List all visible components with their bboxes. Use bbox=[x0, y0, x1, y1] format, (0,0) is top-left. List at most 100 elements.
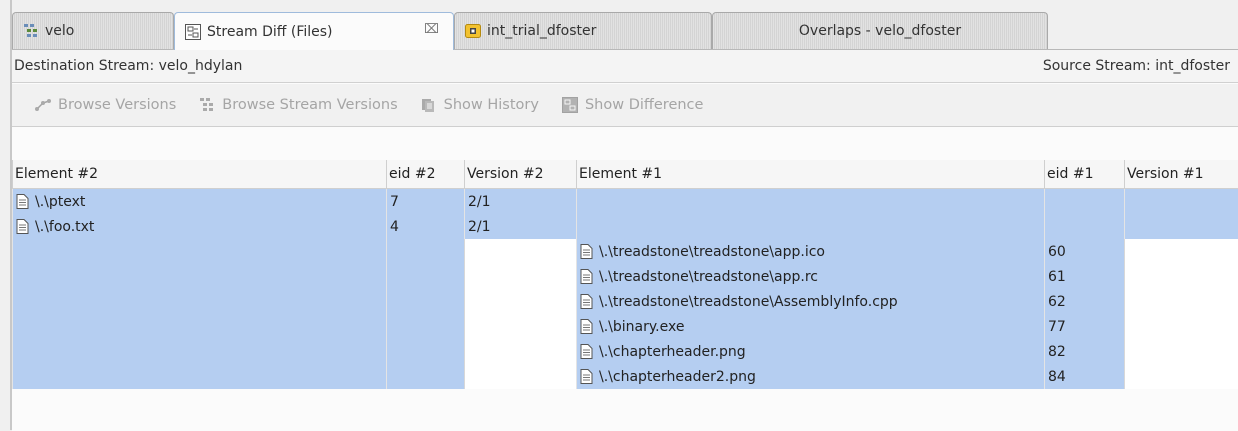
stream-diff-panel: Destination Stream: velo_hdylan Source S… bbox=[12, 49, 1238, 431]
element-1-cell bbox=[577, 214, 1045, 239]
eid-1-cell: 77 bbox=[1045, 314, 1125, 339]
table-row[interactable]: \.\chapterheader2.png 84 bbox=[13, 364, 1238, 389]
table-row[interactable]: \.\treadstone\treadstone\app.rc 61 bbox=[13, 264, 1238, 289]
element-2-cell bbox=[13, 239, 387, 264]
table-row[interactable]: \.\ptext 7 2/1 bbox=[13, 189, 1238, 215]
eid-2-cell bbox=[387, 364, 465, 389]
version-1-cell bbox=[1125, 314, 1238, 339]
tab-label: Overlaps - velo_dfoster bbox=[799, 23, 961, 39]
element-1-cell: \.\treadstone\treadstone\app.rc bbox=[577, 264, 1045, 289]
source-stream-label: Source Stream: int_dfoster bbox=[1043, 58, 1230, 74]
element-1-text: \.\binary.exe bbox=[599, 319, 684, 335]
element-1-text: \.\treadstone\treadstone\app.ico bbox=[599, 244, 825, 260]
file-icon bbox=[580, 269, 593, 284]
eid-2-cell bbox=[387, 289, 465, 314]
browse-versions-label: Browse Versions bbox=[58, 97, 176, 113]
version-1-cell bbox=[1125, 189, 1238, 215]
stream-tree-icon bbox=[198, 97, 216, 113]
show-difference-label: Show Difference bbox=[585, 97, 704, 113]
destination-stream-label: Destination Stream: velo_hdylan bbox=[14, 58, 242, 74]
column-header-version-1[interactable]: Version #1 bbox=[1125, 160, 1238, 189]
eid-2-cell bbox=[387, 314, 465, 339]
table-row[interactable]: \.\foo.txt 4 2/1 bbox=[13, 214, 1238, 239]
browse-stream-versions-label: Browse Stream Versions bbox=[222, 97, 397, 113]
table-row[interactable]: \.\chapterheader.png 82 bbox=[13, 339, 1238, 364]
column-header-element-1[interactable]: Element #1 bbox=[577, 160, 1045, 189]
element-2-cell: \.\ptext bbox=[13, 189, 387, 215]
stream-tree-icon bbox=[23, 23, 39, 39]
version-2-cell bbox=[465, 314, 577, 339]
file-icon bbox=[580, 344, 593, 359]
eid-1-cell bbox=[1045, 214, 1125, 239]
element-1-cell bbox=[577, 189, 1045, 215]
show-history-label: Show History bbox=[444, 97, 539, 113]
column-header-eid-1[interactable]: eid #1 bbox=[1045, 160, 1125, 189]
table-row[interactable]: \.\binary.exe 77 bbox=[13, 314, 1238, 339]
version-2-cell bbox=[465, 289, 577, 314]
element-1-text: \.\treadstone\treadstone\AssemblyInfo.cp… bbox=[599, 294, 898, 310]
file-icon bbox=[580, 294, 593, 309]
column-header-element-2[interactable]: Element #2 bbox=[13, 160, 387, 189]
element-2-cell bbox=[13, 364, 387, 389]
element-1-cell: \.\binary.exe bbox=[577, 314, 1045, 339]
eid-2-cell: 7 bbox=[387, 189, 465, 215]
editor-tab-bar: velo Stream Diff (Files) ⌧ int_trial_dfo… bbox=[12, 12, 1238, 49]
column-header-version-2[interactable]: Version #2 bbox=[465, 160, 577, 189]
version-1-cell bbox=[1125, 289, 1238, 314]
workspace-icon bbox=[465, 23, 481, 39]
show-history-button[interactable]: Show History bbox=[420, 97, 539, 113]
column-header-eid-2[interactable]: eid #2 bbox=[387, 160, 465, 189]
tab-stream-diff[interactable]: Stream Diff (Files) ⌧ bbox=[174, 12, 454, 50]
element-1-cell: \.\chapterheader.png bbox=[577, 339, 1045, 364]
version-2-cell bbox=[465, 239, 577, 264]
toolbar: Browse Versions Browse Stream Versions S… bbox=[12, 84, 1238, 127]
version-1-cell bbox=[1125, 239, 1238, 264]
element-1-cell: \.\chapterheader2.png bbox=[577, 364, 1045, 389]
file-icon bbox=[580, 369, 593, 384]
version-1-cell bbox=[1125, 214, 1238, 239]
diff-table: Element #2 eid #2 Version #2 Element #1 … bbox=[12, 160, 1238, 389]
tab-int-trial-dfoster[interactable]: int_trial_dfoster bbox=[454, 12, 712, 49]
version-2-cell: 2/1 bbox=[465, 214, 577, 239]
eid-1-cell: 62 bbox=[1045, 289, 1125, 314]
browse-versions-icon bbox=[34, 97, 52, 113]
eid-1-cell: 84 bbox=[1045, 364, 1125, 389]
table-row[interactable]: \.\treadstone\treadstone\AssemblyInfo.cp… bbox=[13, 289, 1238, 314]
element-1-cell: \.\treadstone\treadstone\AssemblyInfo.cp… bbox=[577, 289, 1045, 314]
element-1-text: \.\chapterheader.png bbox=[599, 344, 746, 360]
element-2-text: \.\ptext bbox=[35, 194, 85, 210]
eid-1-cell bbox=[1045, 189, 1125, 215]
eid-2-cell bbox=[387, 339, 465, 364]
version-2-cell bbox=[465, 364, 577, 389]
table-row[interactable]: \.\treadstone\treadstone\app.ico 60 bbox=[13, 239, 1238, 264]
element-2-text: \.\foo.txt bbox=[35, 219, 94, 235]
version-2-cell bbox=[465, 264, 577, 289]
element-2-cell bbox=[13, 339, 387, 364]
element-1-cell: \.\treadstone\treadstone\app.ico bbox=[577, 239, 1045, 264]
file-icon bbox=[16, 219, 29, 234]
browse-versions-button[interactable]: Browse Versions bbox=[34, 97, 176, 113]
eid-2-cell bbox=[387, 239, 465, 264]
version-2-cell bbox=[465, 339, 577, 364]
element-2-cell bbox=[13, 314, 387, 339]
file-icon bbox=[580, 319, 593, 334]
eid-1-cell: 61 bbox=[1045, 264, 1125, 289]
element-1-text: \.\chapterheader2.png bbox=[599, 369, 756, 385]
tab-label: int_trial_dfoster bbox=[487, 23, 596, 39]
eid-1-cell: 82 bbox=[1045, 339, 1125, 364]
file-icon bbox=[580, 244, 593, 259]
tab-label: velo bbox=[45, 23, 74, 39]
tab-overlaps[interactable]: Overlaps - velo_dfoster bbox=[712, 12, 1048, 49]
diff-icon bbox=[561, 97, 579, 113]
element-2-cell bbox=[13, 264, 387, 289]
tab-velo[interactable]: velo bbox=[12, 12, 174, 49]
element-2-cell: \.\foo.txt bbox=[13, 214, 387, 239]
close-icon[interactable]: ⌧ bbox=[424, 22, 439, 37]
version-1-cell bbox=[1125, 264, 1238, 289]
version-2-cell: 2/1 bbox=[465, 189, 577, 215]
browse-stream-versions-button[interactable]: Browse Stream Versions bbox=[198, 97, 397, 113]
eid-2-cell: 4 bbox=[387, 214, 465, 239]
eid-1-cell: 60 bbox=[1045, 239, 1125, 264]
show-difference-button[interactable]: Show Difference bbox=[561, 97, 704, 113]
element-2-cell bbox=[13, 289, 387, 314]
